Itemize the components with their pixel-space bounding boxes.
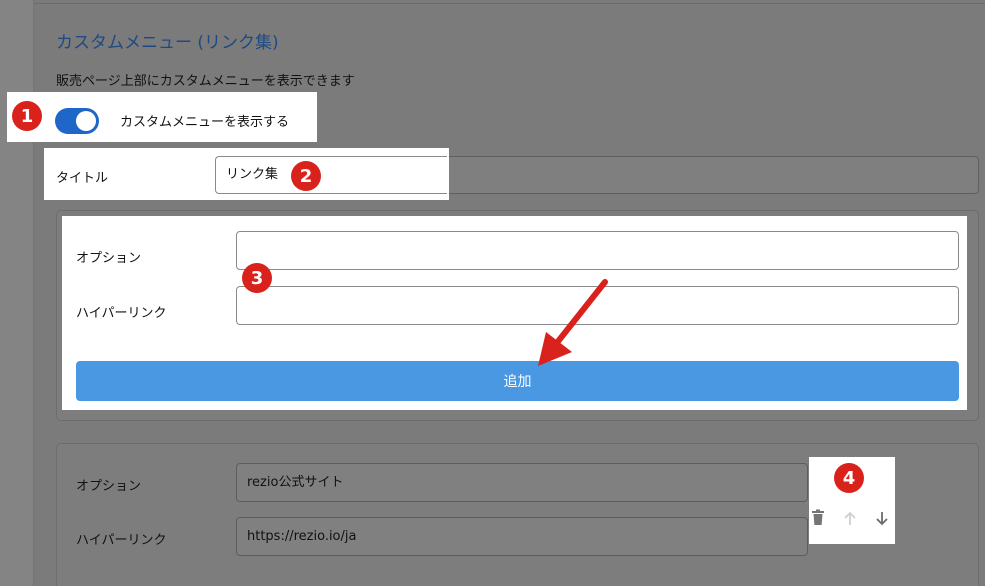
arrow-up-icon[interactable] — [842, 510, 858, 527]
existing-option-label: オプション — [76, 479, 142, 494]
existing-link-label: ハイパーリンク — [76, 533, 167, 548]
toggle-knob — [76, 111, 96, 131]
add-button[interactable]: 追加 — [76, 361, 959, 401]
marker-4: 4 — [834, 463, 864, 493]
new-link-label: ハイパーリンク — [76, 306, 167, 321]
section-title: カスタムメニュー (リンク集) — [56, 33, 279, 53]
left-sidebar-strip — [0, 0, 34, 586]
new-option-input[interactable] — [236, 231, 959, 270]
custom-menu-settings: カスタムメニュー (リンク集) 販売ページ上部にカスタムメニューを表示できます … — [0, 0, 985, 586]
section-description: 販売ページ上部にカスタムメニューを表示できます — [56, 74, 355, 89]
title-label: タイトル — [56, 171, 109, 186]
pointer-arrow-icon — [538, 279, 608, 366]
title-input[interactable]: リンク集 — [215, 156, 447, 194]
show-menu-toggle[interactable] — [55, 108, 99, 134]
toggle-label: カスタムメニューを表示する — [120, 115, 290, 130]
marker-3: 3 — [242, 263, 272, 293]
existing-option-input[interactable]: rezio公式サイト — [236, 463, 808, 502]
new-option-label: オプション — [76, 251, 142, 266]
top-divider — [34, 3, 985, 4]
arrow-down-icon[interactable] — [874, 510, 890, 527]
delete-icon[interactable] — [810, 509, 826, 527]
existing-link-input[interactable]: https://rezio.io/ja — [236, 517, 808, 556]
marker-1: 1 — [12, 101, 42, 131]
marker-2: 2 — [291, 161, 321, 191]
